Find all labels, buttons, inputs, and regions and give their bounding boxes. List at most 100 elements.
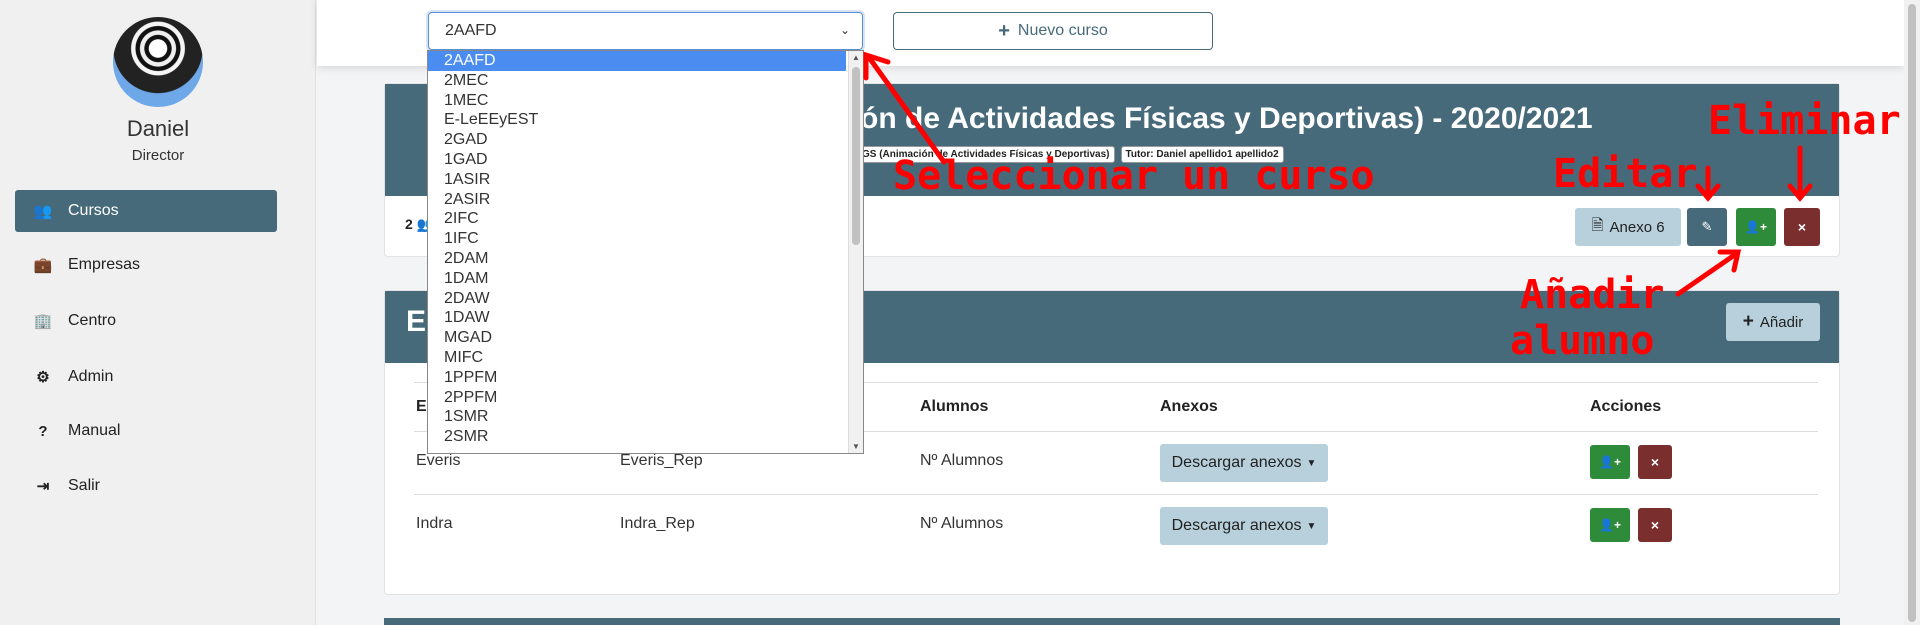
annotation-edit: Editar (1553, 151, 1698, 197)
course-option[interactable]: 1DAM (428, 269, 846, 289)
download-anexos-button[interactable]: Descargar anexos ▼ (1160, 444, 1328, 482)
course-option[interactable]: 2DAW (428, 289, 846, 309)
annotation-add-student-line2: alumno (1510, 318, 1655, 364)
course-option[interactable]: 2SMR (428, 427, 846, 447)
sign-out-icon: ⇥ (36, 478, 50, 495)
delete-company-button[interactable]: × (1638, 508, 1672, 542)
new-course-label: Nuevo curso (1017, 22, 1108, 39)
column-header-anexos: Anexos (1160, 398, 1218, 415)
student-count-value: 2 (405, 216, 413, 232)
course-option[interactable]: 2ASIR (428, 190, 846, 210)
course-option[interactable]: 1PPFM (428, 368, 846, 388)
companies-title: E (406, 305, 427, 338)
cogs-icon: ⚙ (36, 369, 50, 386)
course-option[interactable]: 1DAW (428, 308, 846, 328)
course-option[interactable]: 2IFC (428, 209, 846, 229)
delete-course-button[interactable]: × (1784, 208, 1820, 246)
annotation-delete: Eliminar (1708, 98, 1901, 144)
caret-down-icon: ▼ (1306, 520, 1317, 532)
course-option[interactable]: 1SMR (428, 407, 846, 427)
course-select-value: 2AAFD (445, 22, 497, 39)
course-title: ción de Actividades Físicas y Deportivas… (835, 102, 1593, 135)
window-scroll-thumb[interactable] (1908, 4, 1916, 622)
sidebar-item-empresas[interactable]: 💼 Empresas (15, 244, 277, 286)
avatar (113, 17, 203, 107)
download-anexos-label: Descargar anexos (1171, 454, 1302, 471)
window-scrollbar[interactable] (1904, 0, 1920, 625)
column-header-company: E (416, 398, 427, 415)
add-student-button[interactable]: 👤+ (1590, 445, 1630, 479)
dropdown-scroll-thumb[interactable] (852, 67, 860, 245)
sidebar-item-admin[interactable]: ⚙ Admin (15, 356, 277, 398)
course-option[interactable]: 2AAFD (428, 51, 846, 71)
course-dropdown-list[interactable]: 2AAFD 2MEC 1MEC E-LeEEyEST 2GAD 1GAD 1AS… (427, 50, 864, 454)
company-rep: Everis_Rep (620, 452, 703, 469)
add-company-label: Añadir (1759, 313, 1804, 331)
company-name: Everis (416, 452, 461, 469)
plus-icon: + (998, 19, 1010, 42)
sidebar-item-label: Centro (68, 312, 117, 329)
student-count: Nº Alumnos (920, 452, 1004, 469)
course-option[interactable]: 2PPFM (428, 388, 846, 408)
close-icon: × (1797, 219, 1807, 235)
user-name: Daniel (126, 116, 190, 141)
annotation-add-student-line1: Añadir (1520, 272, 1665, 318)
sidebar-item-manual[interactable]: ? Manual (15, 410, 277, 452)
column-header-actions: Acciones (1590, 398, 1662, 415)
company-name: Indra (416, 515, 453, 532)
new-course-button[interactable]: + Nuevo curso (893, 12, 1213, 50)
next-card-header (384, 618, 1840, 625)
sidebar-item-salir[interactable]: ⇥ Salir (15, 465, 277, 507)
user-plus-icon: 👤+ (1745, 220, 1767, 234)
course-option[interactable]: 2MEC (428, 71, 846, 91)
course-select[interactable]: 2AAFD ⌄ (428, 12, 863, 50)
course-option[interactable]: 1GAD (428, 150, 846, 170)
caret-down-icon: ▼ (1306, 457, 1317, 469)
course-option[interactable]: MIFC (428, 348, 846, 368)
sidebar-item-label: Admin (68, 368, 114, 385)
sidebar-item-cursos[interactable]: 👥 Cursos (15, 190, 277, 232)
download-anexos-label: Descargar anexos (1171, 517, 1302, 534)
course-option[interactable]: 2DAM (428, 249, 846, 269)
course-option[interactable]: 1MEC (428, 91, 846, 111)
file-icon: 🗎 (1591, 216, 1604, 234)
building-icon: 🏢 (33, 313, 53, 330)
sidebar-item-centro[interactable]: 🏢 Centro (15, 300, 277, 342)
anexo6-button[interactable]: 🗎 Anexo 6 (1575, 208, 1681, 246)
users-icon: 👥 (33, 203, 53, 220)
chevron-down-icon: ⌄ (839, 23, 850, 37)
briefcase-icon: 💼 (33, 257, 53, 274)
add-student-button[interactable]: 👤+ (1590, 508, 1630, 542)
edit-course-button[interactable]: ✎ (1687, 208, 1727, 246)
sidebar-item-label: Salir (68, 477, 101, 494)
table-divider (414, 494, 1818, 495)
course-option[interactable]: 1IFC (428, 229, 846, 249)
course-option[interactable]: E-LeEEyEST (428, 110, 846, 130)
course-option[interactable]: 2GAD (428, 130, 846, 150)
sidebar-item-label: Manual (68, 422, 121, 439)
company-rep: Indra_Rep (620, 515, 695, 532)
user-plus-icon: 👤+ (1599, 518, 1621, 532)
sidebar-item-label: Cursos (68, 202, 119, 219)
close-icon: × (1650, 454, 1660, 470)
scroll-up-icon[interactable]: ▲ (852, 53, 860, 62)
sidebar-item-label: Empresas (68, 256, 141, 273)
delete-company-button[interactable]: × (1638, 445, 1672, 479)
student-count: Nº Alumnos (920, 515, 1004, 532)
sidebar: Daniel Director 👥 Cursos 💼 Empresas 🏢 Ce… (0, 0, 316, 625)
question-icon: ? (38, 422, 48, 440)
add-student-button[interactable]: 👤+ (1736, 208, 1776, 246)
course-option[interactable]: MGAD (428, 328, 846, 348)
download-anexos-button[interactable]: Descargar anexos ▼ (1160, 507, 1328, 545)
add-company-button[interactable]: + Añadir (1726, 303, 1820, 341)
anexo6-label: Anexo 6 (1609, 218, 1665, 236)
course-option[interactable]: 1ASIR (428, 170, 846, 190)
column-header-students: Alumnos (920, 398, 989, 415)
edit-icon: ✎ (1701, 219, 1713, 234)
user-plus-icon: 👤+ (1599, 455, 1621, 469)
close-icon: × (1650, 517, 1660, 533)
scroll-down-icon[interactable]: ▼ (852, 442, 860, 451)
annotation-select-course: Seleccionar un curso (893, 153, 1375, 199)
user-role: Director (131, 147, 185, 164)
dropdown-scrollbar[interactable]: ▲ ▼ (848, 51, 863, 453)
